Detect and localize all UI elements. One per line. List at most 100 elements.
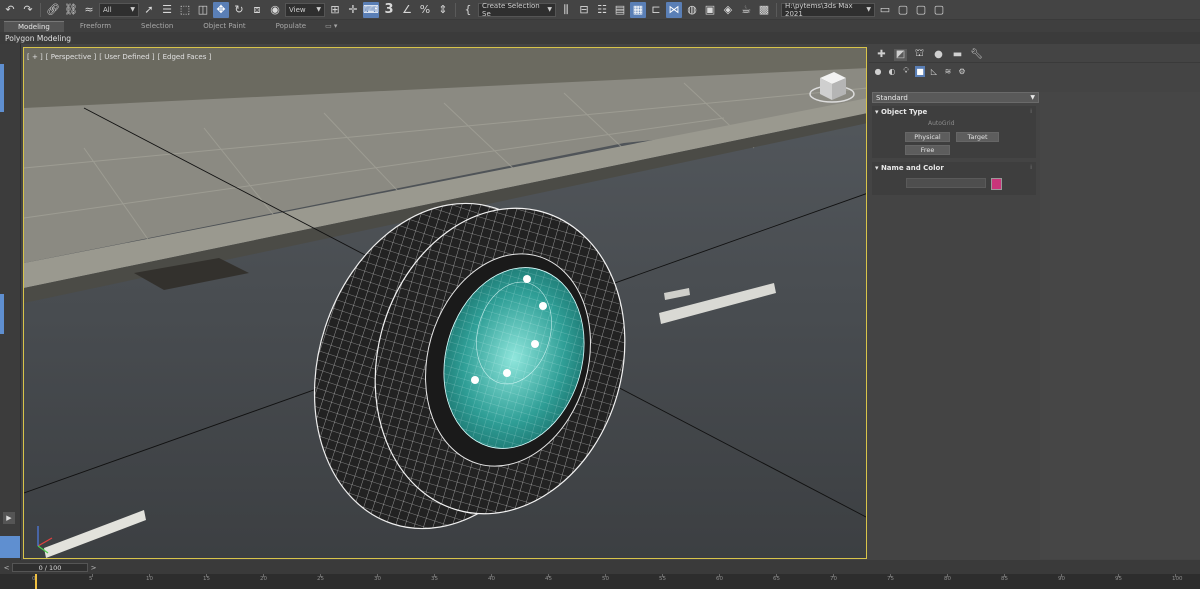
- select-and-place-icon[interactable]: ◉: [267, 2, 283, 18]
- utilities-tab-icon[interactable]: 🔧︎: [970, 49, 983, 61]
- timeline-tick-label: 5: [89, 576, 93, 582]
- toggle-ribbon-icon[interactable]: ▦: [630, 1, 646, 18]
- cameras-icon[interactable]: ■: [915, 65, 925, 77]
- object-color-swatch[interactable]: [991, 178, 1002, 190]
- project-folder-dropdown[interactable]: H:\pytems\3ds Max 2021 ▼: [781, 1, 875, 18]
- bind-space-warp-icon[interactable]: ≈: [81, 2, 97, 18]
- hierarchy-tab-icon[interactable]: ⛫: [913, 48, 926, 61]
- select-and-rotate-icon[interactable]: ↻: [231, 2, 247, 18]
- angle-snap-icon[interactable]: ∠: [399, 2, 415, 18]
- percent-snap-icon[interactable]: %: [417, 2, 433, 18]
- ribbon-panel-label: Polygon Modeling: [5, 33, 71, 43]
- timeline-tick-label: 65: [773, 576, 780, 582]
- keyboard-shortcut-override-icon[interactable]: ⌨: [363, 1, 379, 18]
- ribbon-tab-bar: Modeling Freeform Selection Object Paint…: [0, 20, 1200, 32]
- project-folder-icon[interactable]: ▭: [877, 2, 893, 18]
- align-icon[interactable]: ⊟: [576, 2, 592, 18]
- space-warps-icon[interactable]: ≋: [943, 66, 953, 77]
- timeline-tick-label: 60: [716, 576, 723, 582]
- shapes-icon[interactable]: ◐: [887, 66, 897, 77]
- layer-explorer-icon[interactable]: ▤: [612, 2, 628, 18]
- viewport-layout-tab[interactable]: [0, 64, 4, 112]
- redo-icon[interactable]: ↷: [20, 2, 36, 18]
- timeline-tick-label: 55: [659, 576, 666, 582]
- render-setup-icon[interactable]: ▣: [702, 2, 718, 18]
- create-tab-icon[interactable]: ✚: [875, 49, 888, 61]
- tab-freeform[interactable]: Freeform: [66, 21, 125, 32]
- browse-folder-icon[interactable]: ▢: [931, 2, 947, 18]
- viewport-layout-tab[interactable]: [0, 294, 4, 334]
- link-icon[interactable]: 🔗︎: [45, 2, 61, 18]
- rollout-grip-icon: ⁞: [1030, 108, 1032, 115]
- project-folder-path: H:\pytems\3ds Max 2021: [785, 1, 853, 18]
- timeline-tick-label: 80: [944, 576, 951, 582]
- select-object-icon[interactable]: ➚: [141, 2, 157, 18]
- ribbon-options-button[interactable]: ▭ ▾: [322, 21, 340, 32]
- free-camera-button[interactable]: Free: [905, 145, 950, 155]
- tab-label: Selection: [141, 22, 174, 30]
- timeline-tick-label: 25: [317, 576, 324, 582]
- undo-icon[interactable]: ↶: [2, 2, 18, 18]
- chevron-down-icon: ▼: [866, 6, 871, 13]
- select-and-move-icon[interactable]: ✥: [213, 1, 229, 18]
- target-camera-button[interactable]: Target: [956, 132, 999, 142]
- viewport-label-menu[interactable]: [ + ] [ Perspective ] [ User Defined ] […: [27, 53, 211, 61]
- physical-camera-button[interactable]: Physical: [905, 132, 950, 142]
- motion-tab-icon[interactable]: ●: [932, 49, 945, 61]
- reference-coordinate-dropdown[interactable]: View ▼: [285, 2, 325, 17]
- object-type-rollout: ▾ Object Type ⁞ AutoGrid Physical Target…: [872, 106, 1036, 158]
- tab-populate[interactable]: Populate: [262, 21, 320, 32]
- systems-icon[interactable]: ⚙: [957, 66, 967, 77]
- tab-label: Object Paint: [203, 22, 246, 30]
- tab-modeling[interactable]: Modeling: [4, 20, 64, 32]
- pivot-center-icon[interactable]: ⊞: [327, 2, 343, 18]
- category-dropdown[interactable]: Standard ▼: [872, 92, 1039, 103]
- rendered-frame-window-icon[interactable]: ◈: [720, 2, 736, 18]
- spinner-snap-icon[interactable]: ⇕: [435, 2, 451, 18]
- save-folder-icon[interactable]: ▢: [913, 2, 929, 18]
- scene-explorer-icon[interactable]: ☷: [594, 2, 610, 18]
- current-frame-marker[interactable]: [35, 574, 37, 589]
- previous-frame-icon[interactable]: <: [2, 563, 11, 572]
- window-crossing-icon[interactable]: ◫: [195, 2, 211, 18]
- viewport-standard-menu[interactable]: [ User Defined ]: [99, 53, 154, 61]
- render-in-cloud-icon[interactable]: ▩: [756, 2, 772, 18]
- open-folder-icon[interactable]: ▢: [895, 2, 911, 18]
- snaps-toggle-icon[interactable]: 3: [381, 2, 397, 18]
- perspective-viewport[interactable]: [ + ] [ Perspective ] [ User Defined ] […: [23, 47, 867, 559]
- ribbon-panel[interactable]: Polygon Modeling: [0, 32, 1200, 44]
- display-tab-icon[interactable]: ▬: [951, 49, 964, 61]
- viewport-general-menu[interactable]: [ + ]: [27, 53, 43, 61]
- object-type-rollout-header[interactable]: ▾ Object Type ⁞: [872, 106, 1036, 117]
- viewport-shading-menu[interactable]: [ Edged Faces ]: [158, 53, 212, 61]
- viewport-layout-selector[interactable]: [0, 536, 20, 558]
- select-manipulate-icon[interactable]: ✛: [345, 2, 361, 18]
- timeline-tick-label: 70: [830, 576, 837, 582]
- selection-filter-dropdown[interactable]: All ▼: [99, 2, 139, 17]
- mirror-icon[interactable]: ⫼: [558, 2, 574, 18]
- tab-selection[interactable]: Selection: [127, 21, 187, 32]
- unlink-icon[interactable]: ⛓: [63, 2, 79, 18]
- expand-layout-icon[interactable]: ▶: [3, 512, 15, 524]
- time-slider[interactable]: 0 / 100: [12, 563, 88, 572]
- select-and-scale-icon[interactable]: ⧈: [249, 2, 265, 18]
- track-bar[interactable]: 0 5 10 15 20 25 30 35 40 45 50 55 60 65 70 75 80 85 90 95 10…: [0, 574, 1200, 589]
- next-frame-icon[interactable]: >: [89, 563, 98, 572]
- material-editor-icon[interactable]: ◍: [684, 2, 700, 18]
- modify-tab-icon[interactable]: ◩: [894, 48, 907, 61]
- rectangular-selection-icon[interactable]: ⬚: [177, 2, 193, 18]
- named-selection-dropdown[interactable]: Create Selection Se ▼: [478, 2, 556, 18]
- lights-icon[interactable]: 💡︎: [901, 66, 911, 77]
- helpers-icon[interactable]: ◺: [929, 66, 939, 77]
- curve-editor-icon[interactable]: ⊏: [648, 2, 664, 18]
- render-production-icon[interactable]: ☕: [738, 2, 754, 18]
- schematic-view-icon[interactable]: ⋈: [666, 1, 682, 18]
- edit-named-selection-icon[interactable]: {: [460, 2, 476, 18]
- select-by-name-icon[interactable]: ☰: [159, 2, 175, 18]
- object-name-field[interactable]: [906, 178, 986, 188]
- tab-object-paint[interactable]: Object Paint: [189, 21, 259, 32]
- autogrid-checkbox[interactable]: AutoGrid: [928, 120, 955, 127]
- name-and-color-rollout-header[interactable]: ▾ Name and Color ⁞: [872, 162, 1036, 173]
- viewport-point-of-view-menu[interactable]: [ Perspective ]: [46, 53, 96, 61]
- geometry-icon[interactable]: ●: [873, 66, 883, 77]
